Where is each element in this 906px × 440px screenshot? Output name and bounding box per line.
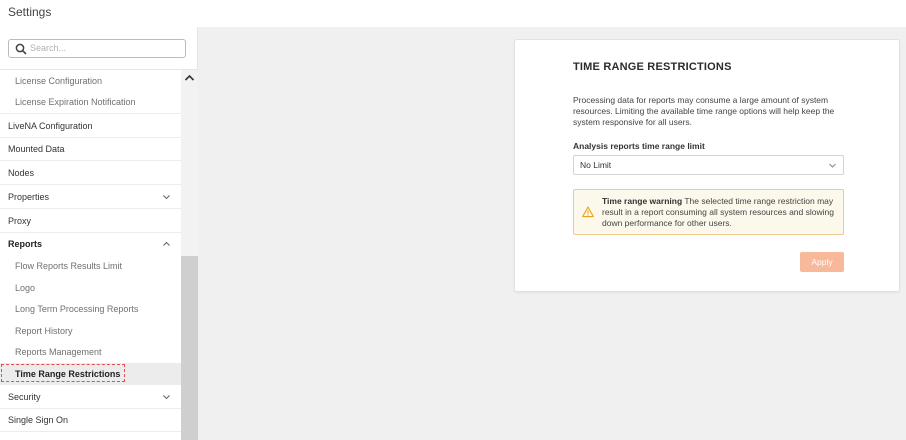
warning-title: Time range warning bbox=[602, 196, 683, 206]
sidebar-item-livena-configuration[interactable]: LiveNA Configuration bbox=[0, 114, 181, 138]
sidebar-item-properties[interactable]: Properties bbox=[0, 185, 181, 209]
select-value: No Limit bbox=[580, 160, 612, 170]
panel-description: Processing data for reports may consume … bbox=[573, 95, 835, 127]
sidebar-item-nodes[interactable]: Nodes bbox=[0, 161, 181, 185]
sidebar-scrollbar[interactable] bbox=[181, 70, 198, 440]
sidebar-item-long-term-processing-reports[interactable]: Long Term Processing Reports bbox=[0, 298, 181, 320]
sidebar-item-flow-reports-results-limit[interactable]: Flow Reports Results Limit bbox=[0, 255, 181, 277]
sidebar-item-proxy[interactable]: Proxy bbox=[0, 209, 181, 233]
sidebar-item-single-sign-on[interactable]: Single Sign On bbox=[0, 409, 181, 432]
chevron-up-icon bbox=[163, 241, 170, 246]
sidebar-item-logo[interactable]: Logo bbox=[0, 277, 181, 298]
search-input[interactable]: Search... bbox=[8, 39, 186, 58]
search-placeholder: Search... bbox=[30, 43, 67, 53]
top-bar: Settings bbox=[0, 0, 906, 27]
scroll-up-arrow-icon[interactable] bbox=[184, 73, 195, 83]
chevron-down-icon bbox=[829, 163, 836, 168]
warning-message: Time range warning The selected time ran… bbox=[602, 196, 838, 229]
settings-sidebar: Search... License Configuration License … bbox=[0, 27, 198, 440]
sidebar-item-mounted-data[interactable]: Mounted Data bbox=[0, 138, 181, 161]
sidebar-item-security[interactable]: Security bbox=[0, 385, 181, 409]
sidebar-item-reports-management[interactable]: Reports Management bbox=[0, 341, 181, 363]
sidebar-item-report-history[interactable]: Report History bbox=[0, 320, 181, 341]
panel-title: TIME RANGE RESTRICTIONS bbox=[573, 61, 732, 73]
sidebar-item-license-expiration-notification[interactable]: License Expiration Notification bbox=[0, 91, 181, 114]
page-title: Settings bbox=[8, 5, 52, 19]
warning-triangle-icon bbox=[582, 206, 594, 218]
sidebar-item-license-configuration[interactable]: License Configuration bbox=[0, 70, 181, 91]
time-range-restrictions-panel: TIME RANGE RESTRICTIONS Processing data … bbox=[514, 39, 900, 292]
scrollbar-thumb[interactable] bbox=[181, 256, 198, 440]
sidebar-item-reports[interactable]: Reports bbox=[0, 233, 181, 255]
sidebar-item-time-range-restrictions[interactable]: Time Range Restrictions bbox=[0, 363, 181, 385]
time-range-limit-select[interactable]: No Limit bbox=[573, 155, 844, 175]
chevron-down-icon bbox=[163, 194, 170, 199]
time-range-limit-label: Analysis reports time range limit bbox=[573, 141, 705, 151]
apply-button[interactable]: Apply bbox=[800, 252, 844, 272]
search-icon bbox=[15, 43, 27, 55]
settings-nav-list: License Configuration License Expiration… bbox=[0, 70, 181, 440]
chevron-down-icon bbox=[163, 394, 170, 399]
time-range-warning: Time range warning The selected time ran… bbox=[573, 189, 844, 235]
